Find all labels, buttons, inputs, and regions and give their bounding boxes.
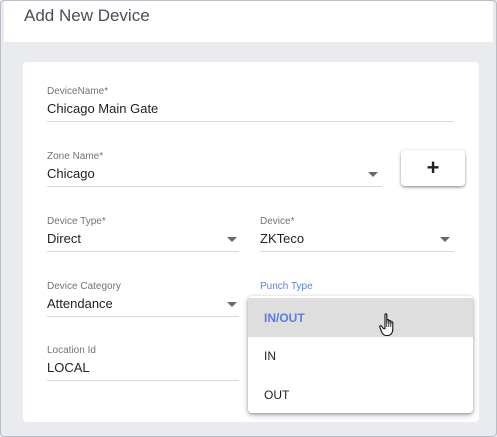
device-category-label: Device Category (47, 281, 121, 292)
menu-option-out[interactable]: OUT (248, 375, 473, 413)
caret-down-icon (227, 237, 237, 242)
device-label: Device* (260, 216, 295, 227)
punch-type-label: Punch Type (260, 281, 313, 292)
device-name-label: DeviceName* (47, 86, 109, 97)
zone-name-label: Zone Name* (47, 151, 104, 162)
location-id-label: Location Id (47, 345, 96, 356)
device-type-underline (47, 251, 239, 252)
device-type-value: Direct (47, 231, 81, 246)
menu-option-in-out[interactable]: IN/OUT (248, 298, 473, 337)
device-category-select[interactable]: Device Category Attendance (47, 281, 239, 317)
device-name-underline (47, 121, 454, 122)
location-id-underline (47, 380, 239, 381)
caret-down-icon (440, 237, 450, 242)
location-id-field[interactable]: Location Id LOCAL (47, 345, 239, 381)
device-name-value: Chicago Main Gate (47, 101, 159, 116)
device-underline (260, 251, 454, 252)
menu-option-in[interactable]: IN (248, 336, 473, 375)
device-type-select[interactable]: Device Type* Direct (47, 216, 239, 252)
zone-name-underline (47, 186, 382, 187)
dialog-header: Add New Device (4, 1, 493, 42)
caret-down-icon (368, 172, 378, 177)
zone-name-value: Chicago (47, 166, 95, 181)
location-id-value: LOCAL (47, 360, 90, 375)
caret-down-icon (227, 302, 237, 307)
device-type-label: Device Type* (47, 216, 106, 227)
device-select[interactable]: Device* ZKTeco (260, 216, 454, 252)
zone-name-select[interactable]: Zone Name* Chicago (47, 151, 382, 187)
hand-pointer-icon (379, 313, 394, 337)
page-title: Add New Device (24, 6, 150, 25)
punch-type-menu: IN/OUT IN OUT (248, 296, 473, 413)
device-name-field[interactable]: DeviceName* Chicago Main Gate (47, 86, 454, 122)
device-category-value: Attendance (47, 296, 113, 311)
device-value: ZKTeco (260, 231, 305, 246)
add-zone-button[interactable]: + (401, 150, 465, 186)
device-category-underline (47, 316, 239, 317)
